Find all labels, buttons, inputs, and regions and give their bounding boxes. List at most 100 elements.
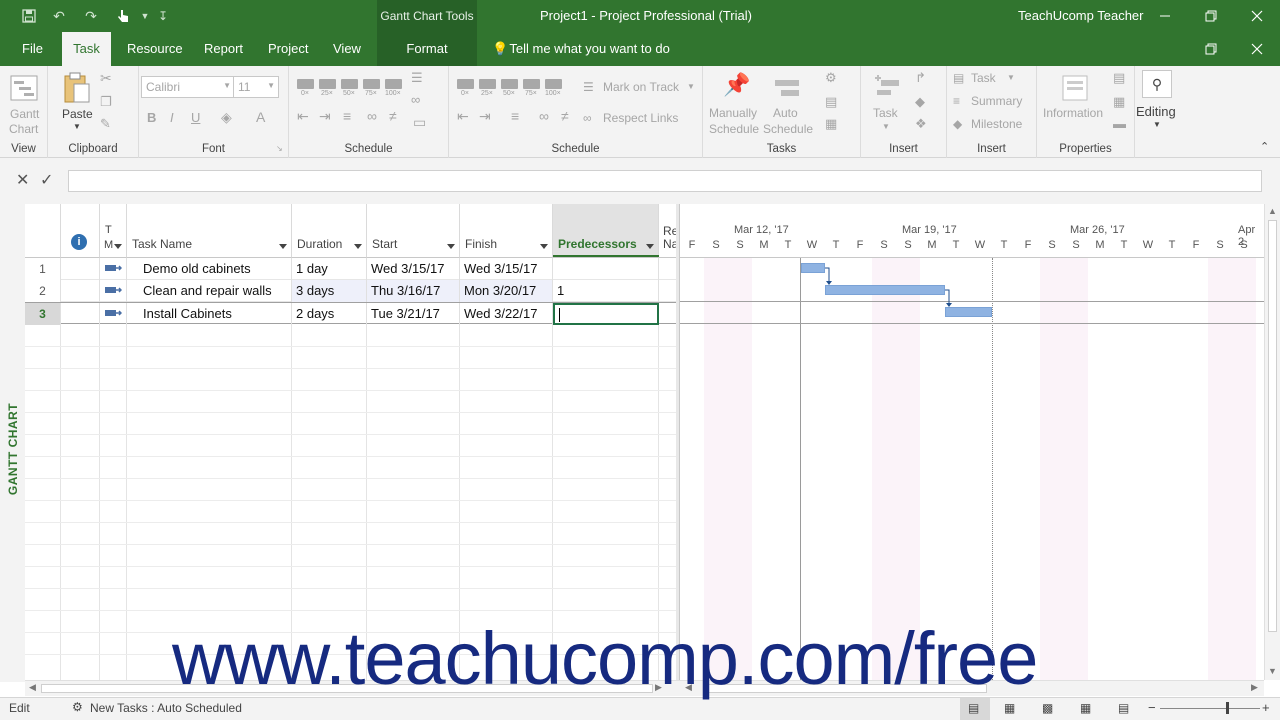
table-row[interactable]: 1 Demo old cabinets 1 day Wed 3/15/17 We… [25,258,676,280]
editing-button[interactable]: ⚲ Editing ▼ [1136,70,1180,136]
mark-on-track-mini-icon[interactable]: ☰ [411,70,423,86]
resource-cell[interactable] [659,258,676,280]
restore-button[interactable] [1188,0,1234,32]
task-mode-cell[interactable] [100,303,127,325]
paste-button[interactable]: Paste ▼ [60,72,94,136]
tab-report[interactable]: Report [194,32,253,66]
save-icon[interactable] [18,6,40,26]
row-header-corner[interactable] [25,204,61,258]
scroll-up-icon[interactable]: ▲ [1268,206,1277,216]
inspect-icon[interactable]: ⚙ [825,70,837,86]
outdent-icon-2[interactable]: ⇤ [457,108,469,125]
indent-icon[interactable]: ⇥ [319,108,331,125]
task-usage-view-icon[interactable]: ▦ [1004,701,1015,715]
ribbon-close-icon[interactable] [1234,32,1280,66]
redo-icon[interactable]: ↷ [80,6,102,26]
resource-cell[interactable] [659,303,676,325]
start-cell[interactable]: Thu 3/16/17 [367,280,460,302]
start-cell[interactable]: Tue 3/21/17 [367,303,460,325]
scroll-left-icon[interactable]: ◀ [29,682,36,693]
zoom-in-icon[interactable]: + [1262,700,1270,715]
task-mode-cell[interactable] [100,280,127,302]
indent-icon-2[interactable]: ⇥ [479,108,491,125]
task-name-cell[interactable]: Install Cabinets [127,303,292,325]
unlink-tasks-icon[interactable]: ≠ [389,108,397,124]
tab-project[interactable]: Project [258,32,318,66]
start-cell[interactable]: Wed 3/15/17 [367,258,460,280]
row-number[interactable]: 3 [25,303,61,325]
insert-summary-button[interactable]: ≡ Summary [953,94,1033,112]
manually-schedule-button[interactable]: 📌 Manually Schedule [707,72,759,138]
mode-icon[interactable]: ▦ [825,116,837,132]
finish-cell[interactable]: Mon 3/20/17 [460,280,553,302]
details-icon[interactable]: ▦ [1113,94,1125,110]
team-planner-view-icon[interactable]: ▩ [1042,701,1053,715]
tab-format[interactable]: Format [377,32,477,66]
accept-entry-icon[interactable]: ✓ [40,170,53,190]
resource-sheet-view-icon[interactable]: ▦ [1080,701,1091,715]
split-task-icon-2[interactable]: ≡ [511,108,519,124]
percent-75-button[interactable] [363,79,380,89]
zoom-out-icon[interactable]: − [1148,700,1156,715]
col-header-finish[interactable]: Finish [460,204,553,258]
predecessors-cell-active[interactable] [553,303,659,325]
information-button[interactable]: Information [1041,72,1109,122]
tell-me-box[interactable]: 💡 Tell me what you want to do [492,32,670,66]
underline-button[interactable]: U [191,110,200,125]
predecessors-cell[interactable] [553,258,659,280]
percent-0-button[interactable] [297,79,314,89]
col-header-start[interactable]: Start [367,204,460,258]
user-name[interactable]: TeachUcomp Teacher [1018,8,1144,23]
task-name-cell[interactable]: Clean and repair walls [127,280,292,302]
outdent-icon[interactable]: ⇤ [297,108,309,125]
insert-milestone-button[interactable]: ◆ Milestone [953,117,1033,135]
scroll-thumb[interactable] [1268,220,1277,632]
zoom-slider[interactable] [1160,708,1260,709]
duration-cell[interactable]: 3 days [292,280,367,302]
insert-deliverable-icon[interactable]: ❖ [915,116,927,132]
duration-cell[interactable]: 2 days [292,303,367,325]
percent-25-button-2[interactable] [479,79,496,89]
col-header-duration[interactable]: Duration [292,204,367,258]
undo-icon[interactable]: ↶ [48,6,70,26]
percent-100-button[interactable] [385,79,402,89]
ribbon-restore-icon[interactable] [1188,32,1234,66]
gantt-scroll-right-icon[interactable]: ▶ [1251,682,1258,693]
customize-qat-icon[interactable]: ↧ [152,6,174,26]
predecessors-cell[interactable]: 1 [553,280,659,302]
duration-cell[interactable]: 1 day [292,258,367,280]
resource-cell[interactable] [659,280,676,302]
cancel-entry-icon[interactable]: ✕ [16,170,29,190]
tab-task[interactable]: Task [62,32,111,66]
task-name-cell[interactable]: Demo old cabinets [127,258,292,280]
col-header-task-mode[interactable]: T M [100,204,127,258]
insert-milestone-icon[interactable]: ◆ [915,94,925,110]
indicator-cell[interactable] [61,280,100,302]
format-painter-icon[interactable]: ✎ [100,116,111,132]
link-tasks-icon-2[interactable]: ∞ [539,108,549,124]
notes-icon[interactable]: ▤ [1113,70,1125,86]
percent-75-button-2[interactable] [523,79,540,89]
minimize-button[interactable] [1142,0,1188,32]
insert-task-small-button[interactable]: ▤ Task ▼ [953,71,1033,89]
background-color-icon[interactable]: ◈ [221,109,232,126]
collapse-ribbon-icon[interactable]: ⌃ [1260,140,1269,153]
tab-file[interactable]: File [12,32,53,66]
italic-button[interactable]: I [170,110,174,125]
col-header-info[interactable]: i [61,204,100,258]
scroll-down-icon[interactable]: ▼ [1268,666,1277,676]
respect-links-button[interactable]: ∞ Respect Links [583,111,695,129]
cut-icon[interactable]: ✂ [100,70,112,87]
move-icon[interactable]: ▤ [825,94,837,110]
col-header-resource-names[interactable]: Re Na [659,204,676,258]
bold-button[interactable]: B [147,110,156,125]
percent-50-button-2[interactable] [501,79,518,89]
col-header-predecessors[interactable]: Predecessors [553,204,659,258]
indicator-cell[interactable] [61,303,100,325]
task-mode-cell[interactable] [100,258,127,280]
copy-icon[interactable]: ❐ [100,94,112,110]
percent-50-button[interactable] [341,79,358,89]
split-task-icon[interactable]: ≡ [343,108,351,124]
row-number[interactable]: 2 [25,280,61,302]
auto-schedule-button[interactable]: Auto Schedule [761,72,813,138]
